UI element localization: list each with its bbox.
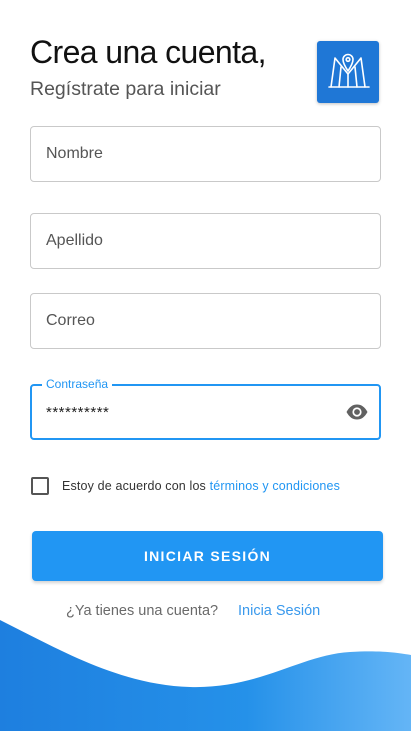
correo-input[interactable] xyxy=(46,294,346,348)
terms-prefix: Estoy de acuerdo con los xyxy=(62,479,210,493)
map-pin-m-logo-icon xyxy=(328,53,370,88)
correo-field[interactable] xyxy=(30,293,381,349)
terms-checkbox[interactable] xyxy=(31,477,49,495)
nombre-field[interactable] xyxy=(30,126,381,182)
terms-row: Estoy de acuerdo con los términos y cond… xyxy=(31,477,340,495)
submit-button[interactable]: INICIAR SESIÓN xyxy=(32,531,383,581)
bottom-wave-decoration xyxy=(0,620,411,731)
app-logo xyxy=(317,41,379,103)
terms-link[interactable]: términos y condiciones xyxy=(210,479,340,493)
page-title: Crea una cuenta, xyxy=(30,34,267,70)
eye-icon[interactable] xyxy=(345,401,369,423)
password-field[interactable]: Contraseña xyxy=(30,377,381,440)
page-subtitle: Regístrate para iniciar xyxy=(30,78,221,100)
terms-text: Estoy de acuerdo con los términos y cond… xyxy=(62,479,340,493)
nombre-input[interactable] xyxy=(46,127,346,181)
apellido-input[interactable] xyxy=(46,214,346,268)
password-input[interactable] xyxy=(46,386,346,438)
apellido-field[interactable] xyxy=(30,213,381,269)
